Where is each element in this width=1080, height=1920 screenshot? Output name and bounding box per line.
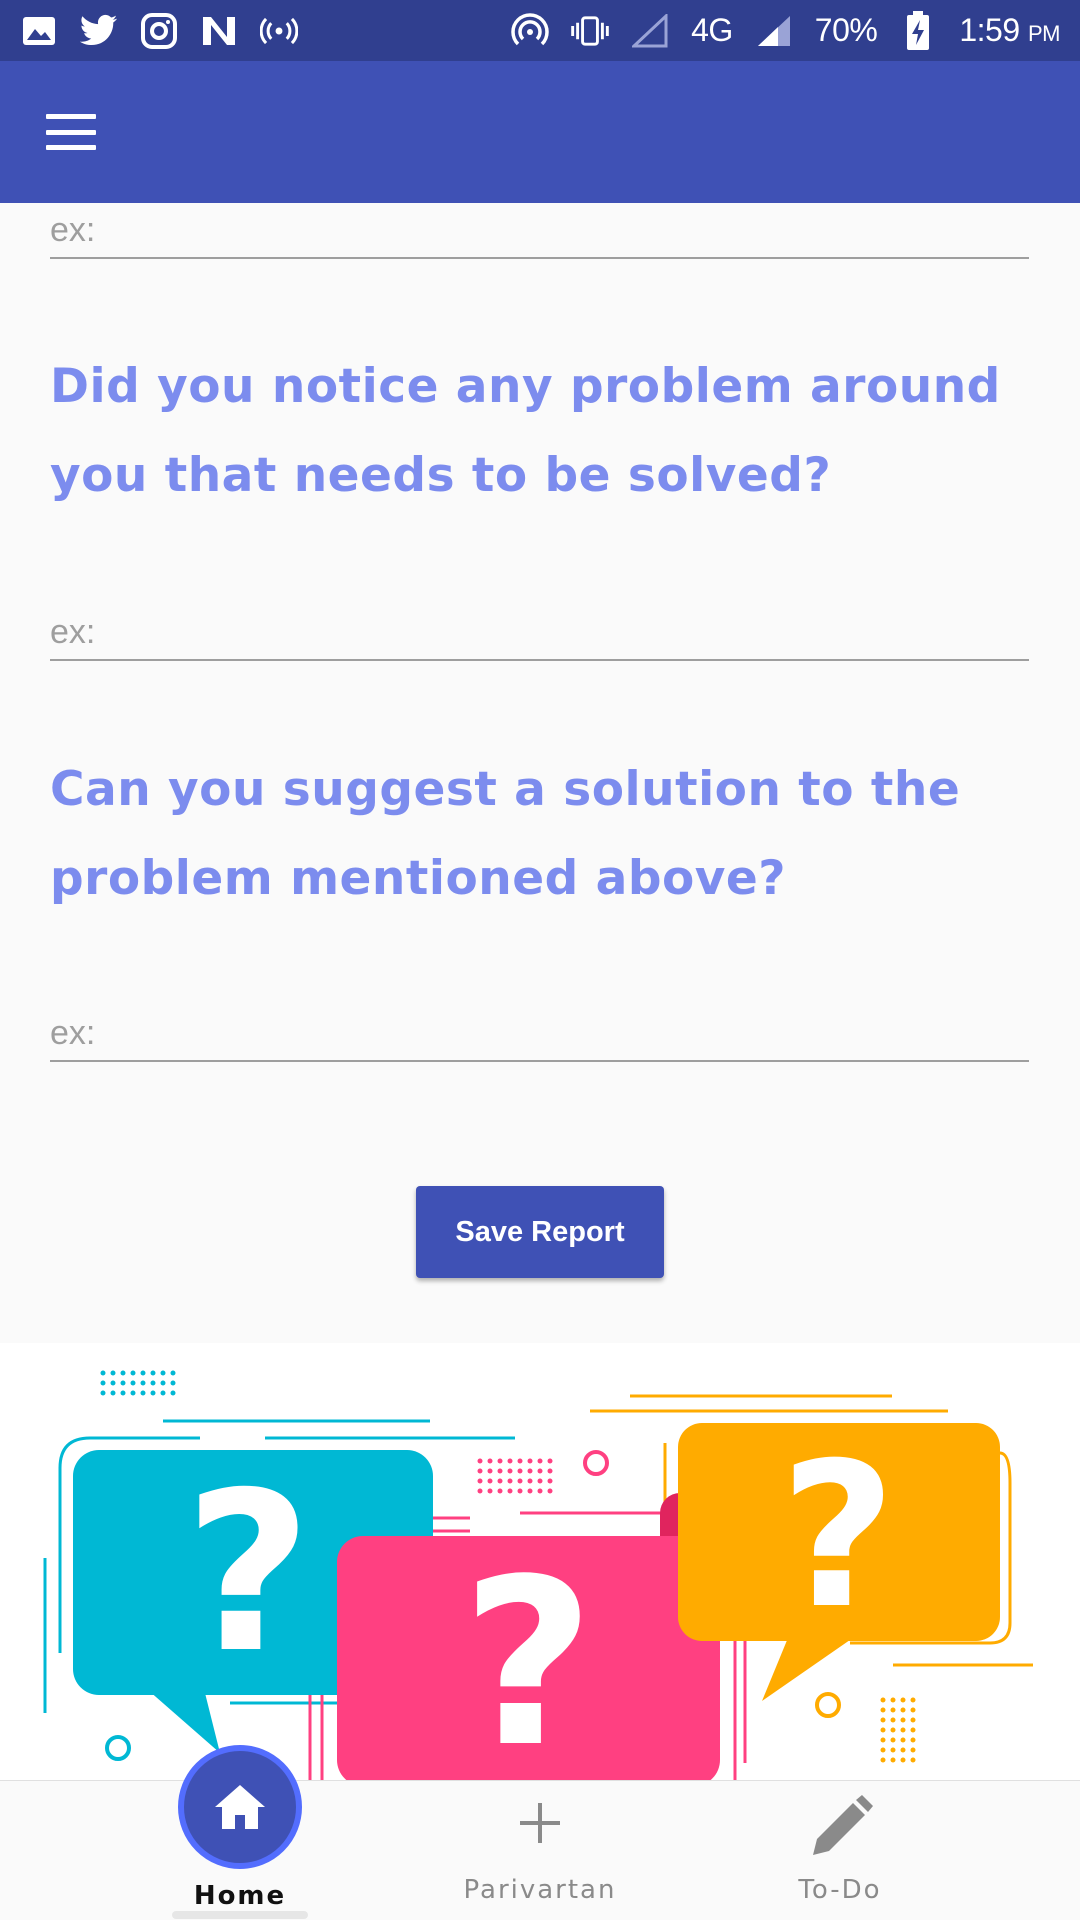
- clock-ampm: PM: [1028, 21, 1061, 46]
- signal-empty-icon: [631, 12, 669, 50]
- question-solution: Can you suggest a solution to the proble…: [50, 762, 961, 906]
- nav-label-todo: To-Do: [798, 1875, 882, 1905]
- n-app-icon: [200, 12, 238, 50]
- twitter-icon: [80, 12, 118, 50]
- broadcast-icon: [260, 12, 298, 50]
- network-type: 4G: [691, 12, 733, 48]
- instagram-icon: [140, 12, 178, 50]
- question-glyph-pink: ?: [461, 1531, 594, 1780]
- question-glyph-orange: ?: [780, 1420, 896, 1653]
- battery-percent: 70%: [814, 12, 878, 48]
- clock: 1:59 PM: [959, 12, 1060, 49]
- pencil-icon: [813, 1795, 873, 1855]
- active-indicator: [172, 1911, 308, 1919]
- battery-charging-icon: [899, 10, 937, 50]
- save-report-button[interactable]: Save Report: [416, 1186, 664, 1278]
- answer-field-2[interactable]: [50, 605, 1029, 661]
- nav-item-parivartan[interactable]: Parivartan: [440, 1781, 640, 1920]
- vibrate-icon: [571, 12, 609, 50]
- bottom-navigation: Home Parivartan To-Do: [0, 1745, 1080, 1920]
- nav-label-home: Home: [193, 1881, 287, 1911]
- hotspot-icon: [511, 12, 549, 50]
- plus-icon: [520, 1803, 560, 1843]
- clock-time: 1:59: [959, 12, 1020, 48]
- hamburger-menu-icon[interactable]: [46, 114, 96, 150]
- question-bubbles-illustration: ? ? ?: [0, 1343, 1080, 1780]
- nav-label-parivartan: Parivartan: [463, 1875, 617, 1905]
- status-left-icons: [20, 12, 298, 50]
- home-icon: [215, 1785, 265, 1829]
- nav-item-todo[interactable]: To-Do: [760, 1781, 920, 1920]
- report-form: Did you notice any problem around you th…: [0, 203, 1080, 1343]
- question-problem: Did you notice any problem around you th…: [50, 359, 1001, 503]
- app-bar: [0, 61, 1080, 203]
- answer-field-3[interactable]: [50, 1006, 1029, 1062]
- answer-input-2[interactable]: [50, 605, 1029, 659]
- answer-input-3[interactable]: [50, 1006, 1029, 1060]
- answer-input-1[interactable]: [50, 203, 1029, 257]
- status-bar: 4G 70% 1:59 PM: [0, 0, 1080, 61]
- image-icon: [20, 12, 58, 50]
- nav-item-home[interactable]: Home: [160, 1745, 320, 1920]
- home-button[interactable]: [178, 1745, 302, 1869]
- answer-field-1[interactable]: [50, 203, 1029, 259]
- question-glyph-teal: ?: [184, 1445, 312, 1701]
- signal-icon: [755, 12, 793, 50]
- status-right-icons: 4G 70% 1:59 PM: [511, 10, 1061, 50]
